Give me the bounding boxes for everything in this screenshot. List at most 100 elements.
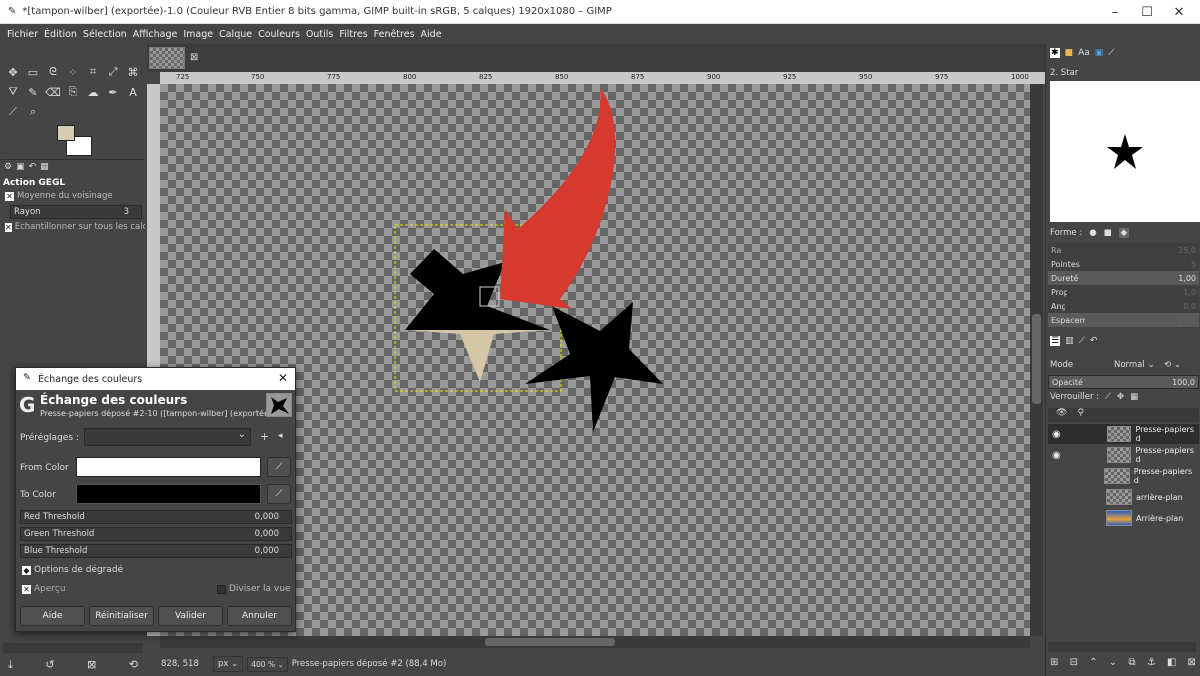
diamond-shape-icon[interactable]: ◆	[1118, 228, 1130, 238]
layer-row[interactable]: arrière-plan	[1048, 487, 1198, 507]
horizontal-scrollbar[interactable]	[160, 636, 1030, 648]
raise-layer-icon[interactable]: ⌃	[1089, 657, 1097, 668]
lasso-icon[interactable]: ᘓ	[45, 64, 61, 80]
square-shape-icon[interactable]: ■	[1104, 228, 1112, 238]
mode-select[interactable]: Normal ⌄	[1114, 360, 1164, 370]
layer-row[interactable]: Presse-papiers d	[1048, 466, 1198, 486]
lower-layer-icon[interactable]: ⌄	[1109, 657, 1117, 668]
from-color-picker-icon[interactable]: ⟋	[267, 457, 291, 477]
duplicate-layer-icon[interactable]: ⧉	[1128, 657, 1135, 668]
vertical-scroll-thumb[interactable]	[1032, 314, 1041, 404]
menu-outils[interactable]: Outils	[303, 29, 336, 40]
red-threshold-slider[interactable]: Red Threshold 0,000	[20, 510, 292, 524]
device-status-tab-icon[interactable]: ▣	[16, 162, 25, 172]
rect-select-icon[interactable]: ▭	[25, 64, 41, 80]
lock-position-icon[interactable]: ✥	[1117, 392, 1124, 402]
eye-icon[interactable]: ◉	[1052, 450, 1075, 461]
brush-prop-radius[interactable]: Rayon 25,0	[1048, 243, 1199, 257]
brush-prop-spacing[interactable]: Espacement 20,0	[1048, 313, 1199, 327]
restore-options-icon[interactable]: ↺	[45, 658, 54, 672]
layer-row[interactable]: ◉ Presse-papiers d	[1048, 445, 1198, 465]
crop-icon[interactable]: ⌗	[85, 64, 101, 80]
zoom-icon[interactable]: ⌕	[25, 104, 41, 120]
preview-checkbox[interactable]: ✕ Aperçu	[22, 584, 66, 594]
patterns-tab-icon[interactable]: ■	[1065, 48, 1074, 58]
paintbrush-icon[interactable]: ✎	[25, 84, 41, 100]
menu-edition[interactable]: Édition	[41, 29, 80, 40]
image-tab-thumbnail[interactable]	[149, 47, 185, 69]
ok-button[interactable]: Valider	[158, 606, 223, 626]
menu-couleurs[interactable]: Couleurs	[255, 29, 303, 40]
menu-aide[interactable]: Aide	[418, 29, 445, 40]
menu-calque[interactable]: Calque	[216, 29, 255, 40]
menu-fichier[interactable]: Fichier	[4, 29, 41, 40]
undo-history-tab-icon[interactable]: ↶	[1090, 336, 1098, 346]
layers-tab-icon[interactable]: ☰	[1050, 336, 1061, 346]
layer-row[interactable]: ◉ Presse-papiers d	[1048, 424, 1198, 444]
images-tab-icon[interactable]: ▦	[40, 162, 49, 172]
menu-affichage[interactable]: Affichage	[130, 29, 181, 40]
from-color-button[interactable]	[76, 457, 261, 477]
mode-reset-icon[interactable]: ⟲ ⌄	[1164, 360, 1181, 370]
zoom-select[interactable]: 400 % ⌄	[247, 656, 288, 672]
documents-tab-icon[interactable]: ▣	[1095, 48, 1104, 58]
opacity-slider[interactable]: Opacité 100,0	[1048, 375, 1199, 389]
brush-prop-angle[interactable]: Angle 0,0	[1048, 299, 1199, 313]
mask-layer-icon[interactable]: ◧	[1167, 657, 1176, 668]
menu-image[interactable]: Image	[180, 29, 216, 40]
add-preset-icon[interactable]: +	[260, 430, 269, 443]
foreground-color-swatch[interactable]	[57, 125, 75, 141]
reset-button[interactable]: Réinitialiser	[89, 606, 154, 626]
channels-tab-icon[interactable]: ▥	[1065, 336, 1074, 346]
to-color-button[interactable]	[76, 484, 261, 504]
sample-merged-option[interactable]: ✕Échantillonner sur tous les calques	[5, 222, 145, 232]
circle-shape-icon[interactable]: ●	[1089, 228, 1096, 238]
undo-tab-icon[interactable]: ↶	[29, 162, 37, 172]
new-group-icon[interactable]: ⊟	[1070, 657, 1078, 668]
blend-options-expander[interactable]: ◆ Options de dégradé	[22, 565, 123, 575]
menu-fenetres[interactable]: Fenêtres	[371, 29, 418, 40]
brush-prop-spikes[interactable]: Pointes 5	[1048, 257, 1199, 271]
new-layer-icon[interactable]: ⊞	[1050, 657, 1058, 668]
blue-threshold-slider[interactable]: Blue Threshold 0,000	[20, 544, 292, 558]
eye-icon[interactable]: ◉	[1052, 429, 1075, 440]
delete-options-icon[interactable]: ⊠	[87, 658, 96, 672]
layers-scrollbar[interactable]	[1048, 642, 1196, 652]
anchor-layer-icon[interactable]: ⚓	[1147, 657, 1156, 668]
unit-select[interactable]: px ⌄	[213, 656, 244, 672]
reset-options-icon[interactable]: ⟲	[129, 658, 138, 672]
brushes-tab-icon[interactable]: ✱	[1050, 48, 1060, 58]
move-tool-icon[interactable]: ✥	[5, 64, 21, 80]
eraser-icon[interactable]: ⌫	[45, 84, 61, 100]
layer-row[interactable]: Arrière-plan	[1048, 508, 1198, 528]
average-option[interactable]: ✕ Moyenne du voisinage	[5, 191, 113, 201]
presets-select[interactable]: ⌄	[84, 428, 251, 446]
transform-icon[interactable]: ⤢	[105, 64, 121, 80]
brush-prop-hardness[interactable]: Dureté 1,00	[1048, 271, 1199, 285]
brush-prop-aspect[interactable]: Proportions 1,0	[1048, 285, 1199, 299]
close-tab-icon[interactable]: ⊠	[190, 52, 198, 63]
paths-icon[interactable]: ✒	[105, 84, 121, 100]
horizontal-scroll-thumb[interactable]	[485, 638, 615, 646]
split-view-checkbox[interactable]: Diviser la vue	[217, 584, 291, 594]
warp-icon[interactable]: ⌘	[125, 64, 141, 80]
tool-options-tab-icon[interactable]: ⚙	[4, 162, 12, 172]
to-color-picker-icon[interactable]: ⟋	[267, 484, 291, 504]
toolbox-scrollbar[interactable]	[3, 643, 143, 653]
fuzzy-select-icon[interactable]: ⁘	[65, 64, 81, 80]
radius-slider[interactable]: Rayon 3	[10, 205, 142, 219]
clone-icon[interactable]: ⎘	[65, 84, 81, 100]
preset-menu-icon[interactable]: ◂	[278, 431, 283, 441]
lock-alpha-icon[interactable]: ▦	[1130, 392, 1138, 402]
delete-layer-icon[interactable]: ⊠	[1188, 657, 1196, 668]
menu-selection[interactable]: Sélection	[80, 29, 130, 40]
vertical-scrollbar[interactable]	[1030, 84, 1043, 636]
cancel-button[interactable]: Annuler	[227, 606, 292, 626]
paths-tab-icon[interactable]: ⟋	[1079, 336, 1085, 346]
lock-pixels-icon[interactable]: ⟋	[1105, 392, 1111, 402]
dialog-close-button[interactable]: ✕	[278, 371, 288, 385]
close-window-button[interactable]: ✕	[1156, 0, 1200, 24]
color-picker-icon[interactable]: ⟋	[5, 104, 21, 120]
help-button[interactable]: Aide	[20, 606, 85, 626]
bucket-fill-icon[interactable]: ⛛	[5, 84, 21, 100]
